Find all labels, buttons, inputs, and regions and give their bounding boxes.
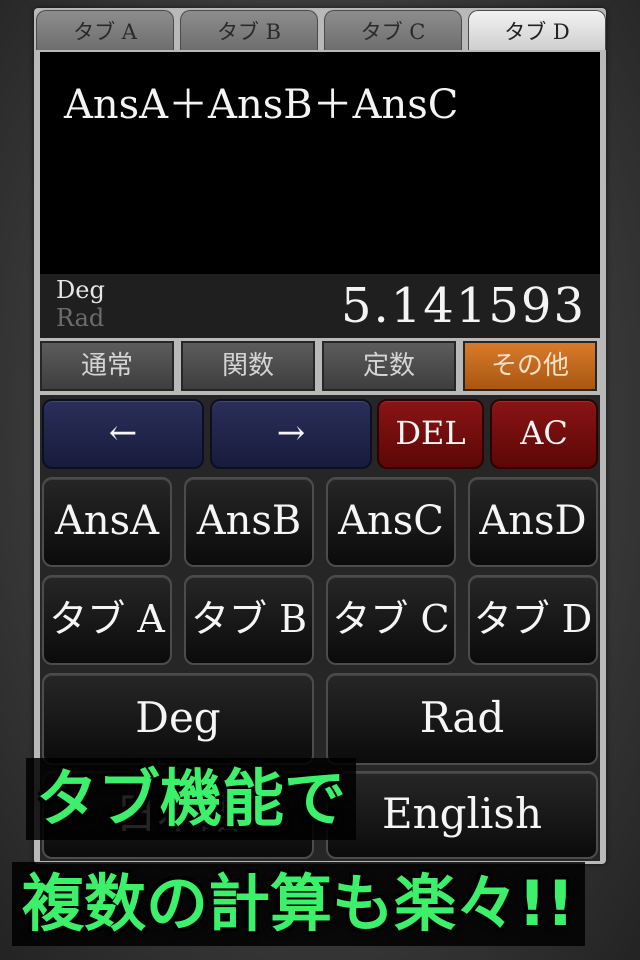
deg-button[interactable]: Deg bbox=[42, 673, 314, 765]
switch-tab-b-button[interactable]: タブ B bbox=[184, 575, 314, 665]
result-value: 5.141593 bbox=[340, 278, 586, 334]
category-other[interactable]: その他 bbox=[463, 341, 597, 391]
switch-tab-a-button[interactable]: タブ A bbox=[42, 575, 172, 665]
status-bar: Deg Rad 5.141593 bbox=[40, 274, 600, 338]
tab-a[interactable]: タブ A bbox=[36, 10, 174, 50]
tab-c[interactable]: タブ C bbox=[324, 10, 462, 50]
ans-a-button[interactable]: AnsA bbox=[42, 477, 172, 567]
english-button[interactable]: English bbox=[326, 771, 598, 859]
promo-headline-1: タブ機能で bbox=[26, 758, 357, 840]
ans-c-button[interactable]: AnsC bbox=[326, 477, 456, 567]
ans-b-button[interactable]: AnsB bbox=[184, 477, 314, 567]
angle-mode-deg: Deg bbox=[56, 276, 105, 304]
switch-tab-c-button[interactable]: タブ C bbox=[326, 575, 456, 665]
category-normal[interactable]: 通常 bbox=[40, 341, 174, 391]
ans-d-button[interactable]: AnsD bbox=[468, 477, 598, 567]
rad-button[interactable]: Rad bbox=[326, 673, 598, 765]
category-constants[interactable]: 定数 bbox=[322, 341, 456, 391]
tab-d[interactable]: タブ D bbox=[468, 10, 606, 50]
tab-bar: タブ A タブ B タブ C タブ D bbox=[34, 8, 606, 50]
cursor-right-button[interactable]: → bbox=[210, 399, 372, 469]
expression-text: AnsA＋AnsB＋AnsC bbox=[64, 82, 459, 128]
all-clear-button[interactable]: AC bbox=[490, 399, 598, 469]
cursor-left-button[interactable]: ← bbox=[42, 399, 204, 469]
switch-tab-d-button[interactable]: タブ D bbox=[468, 575, 598, 665]
angle-mode-rad: Rad bbox=[56, 304, 105, 332]
promo-headline-2: 複数の計算も楽々!! bbox=[12, 862, 585, 946]
category-functions[interactable]: 関数 bbox=[181, 341, 315, 391]
tab-b[interactable]: タブ B bbox=[180, 10, 318, 50]
calculator-display: AnsA＋AnsB＋AnsC Deg Rad 5.141593 bbox=[40, 52, 600, 338]
delete-button[interactable]: DEL bbox=[377, 399, 484, 469]
